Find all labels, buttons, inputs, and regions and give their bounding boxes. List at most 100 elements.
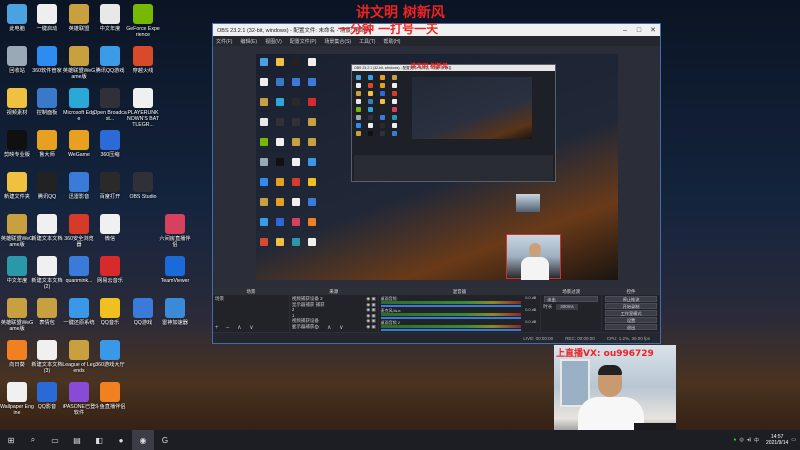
visibility-icon[interactable]: ◉ ▣ <box>366 324 375 330</box>
desktop-icon[interactable]: 一键还原系统 <box>62 298 96 326</box>
desktop-icon[interactable]: 新建文件夹 <box>0 172 34 200</box>
sources-toolbar[interactable]: + – ⚙ ∧ ∨ <box>292 324 347 331</box>
desktop-icon[interactable]: 360软件管家 <box>30 46 64 74</box>
desktop-icon[interactable]: 回收站 <box>0 46 34 74</box>
transition-select[interactable]: 淡出 <box>544 296 599 302</box>
desktop-icon[interactable]: 向日葵 <box>0 340 34 368</box>
desktop-icon[interactable]: League of Legends <box>62 340 96 374</box>
wechat-icon[interactable]: ● <box>110 430 132 450</box>
exit-button[interactable]: 退出 <box>605 324 657 330</box>
desktop-icon[interactable]: 中文年度 <box>0 256 34 284</box>
start-record-button[interactable]: 开始录制 <box>605 303 657 309</box>
desktop-icon[interactable]: 新建文本文档 <box>30 214 64 242</box>
menu-item[interactable]: 帮助(H) <box>383 38 400 45</box>
network-icon[interactable]: ◎ <box>739 437 743 443</box>
scenes-toolbar[interactable]: + – ∧ ∨ <box>215 324 257 331</box>
desktop-icon[interactable]: Open Broadcast... <box>93 88 127 122</box>
scene-item[interactable]: 场景 <box>215 296 287 302</box>
desktop-icon[interactable]: 穿越火线 <box>126 46 160 74</box>
wechat-tray-icon[interactable]: ● <box>733 437 736 443</box>
menu-item[interactable]: 编辑(E) <box>240 38 257 45</box>
desktop-icon[interactable]: 百度打开 <box>93 172 127 200</box>
desktop-icon-label: 新建文本文档 (3) <box>31 362 63 374</box>
mini-desktop-icon <box>308 78 316 86</box>
desktop-icon[interactable]: 腾讯QQ游戏 <box>93 46 127 74</box>
clock[interactable]: 14:57 2021/9/14 <box>766 434 788 446</box>
desktop-icon[interactable]: QQ影音 <box>30 382 64 410</box>
settings-button[interactable]: 设置 <box>605 317 657 323</box>
ime-icon[interactable]: 中 <box>754 437 759 444</box>
controls-buttons: 停止推流 开始录制 工作室模式 设置 退出 <box>602 296 660 330</box>
menu-item[interactable]: 视图(V) <box>265 38 282 45</box>
desktop-icon[interactable]: PLAYERUNKNOWN'S BATTLEGR... <box>126 88 160 128</box>
desktop-icon[interactable]: 六间房直播伴侣 <box>158 214 192 248</box>
menu-item[interactable]: 场景集合(S) <box>324 38 351 45</box>
desktop-icon-label: 360游戏大厅 <box>95 362 125 368</box>
desktop-icon[interactable]: 360压缩 <box>93 130 127 158</box>
desktop-icon-label: 网易云音乐 <box>97 278 123 284</box>
desktop-icon[interactable]: GeForce Experience <box>126 4 160 38</box>
desktop-icon[interactable]: 斗鱼直播伴侣 <box>93 382 127 410</box>
desktop-icon[interactable]: WeGame <box>62 130 96 158</box>
desktop-icon[interactable]: 中文年度 <box>93 4 127 32</box>
desktop-icon-label: QQ影音 <box>37 404 57 410</box>
desktop-icon[interactable]: 控制面板 <box>30 88 64 116</box>
desktop-icon[interactable]: 视频素材 <box>0 88 34 116</box>
desktop-icon[interactable]: 鲁大师 <box>30 130 64 158</box>
desktop-icon[interactable]: 英雄联盟 <box>62 4 96 32</box>
notification-icon[interactable]: ▭ <box>791 437 796 443</box>
volume-icon[interactable]: ◂) <box>747 437 751 443</box>
desktop-icon[interactable]: 网易云音乐 <box>93 256 127 284</box>
search-icon[interactable]: ⌕ <box>22 430 44 450</box>
desktop-icon[interactable]: Wallpaper Engine <box>0 382 34 416</box>
minimize-icon[interactable]: – <box>618 27 632 34</box>
desktop-icon[interactable]: 腾讯QQ <box>30 172 64 200</box>
desktop-icon[interactable]: 微信 <box>93 214 127 242</box>
scenes-list[interactable]: 场景 <box>213 295 289 303</box>
desktop-icon[interactable]: 新建文本文档 (2) <box>30 256 64 290</box>
sources-header: 来源 <box>289 288 378 295</box>
desktop-icon[interactable]: 英雄联盟WeGame版 <box>0 298 34 332</box>
desktop-icon-label: Microsoft Edge <box>63 110 95 122</box>
desktop-icon[interactable]: 表情包 <box>30 298 64 326</box>
maximize-icon[interactable]: □ <box>632 27 646 34</box>
menu-item[interactable]: 工具(T) <box>359 38 375 45</box>
desktop-icon[interactable]: Microsoft Edge <box>62 88 96 122</box>
desktop-icon[interactable]: 迅雷影音 <box>62 172 96 200</box>
studio-mode-button[interactable]: 工作室模式 <box>605 310 657 316</box>
explorer-icon[interactable]: ▤ <box>66 430 88 450</box>
desktop-icon[interactable]: 英雄联盟WeGame版 <box>0 214 34 248</box>
desktop-icon[interactable]: 360游戏大厅 <box>93 340 127 368</box>
desktop-icon[interactable]: 一键启动 <box>30 4 64 32</box>
app-icon <box>7 256 27 276</box>
obs-preview[interactable]: OBS 23.2.1 (32-bit, windows) - 配置文件: 未命名… <box>256 54 618 280</box>
close-icon[interactable]: ✕ <box>646 26 660 34</box>
store-icon[interactable]: ◧ <box>88 430 110 450</box>
obs-window[interactable]: OBS 23.2.1 (32-bit, windows) - 配置文件: 未命名… <box>212 23 661 344</box>
task-view-icon[interactable]: ▭ <box>44 430 66 450</box>
volume-slider[interactable] <box>380 317 521 319</box>
desktop-icon[interactable]: 360安全浏览器 <box>62 214 96 248</box>
volume-slider[interactable] <box>380 305 521 307</box>
menu-item[interactable]: 配置文件(P) <box>290 38 317 45</box>
desktop-icon[interactable]: QQ游戏 <box>126 298 160 326</box>
desktop-icon-label: 中文年度 <box>99 26 121 32</box>
desktop-icon[interactable]: OBS Studio <box>126 172 160 200</box>
chrome-icon[interactable]: G <box>154 430 176 450</box>
duration-input[interactable]: 300ms <box>556 304 578 310</box>
stop-stream-button[interactable]: 停止推流 <box>605 296 657 302</box>
desktop-icon[interactable]: quanmink... <box>62 256 96 284</box>
volume-slider[interactable] <box>380 329 521 331</box>
desktop-icon[interactable]: 新建文本文档 (3) <box>30 340 64 374</box>
desktop-icon[interactable]: 英雄联盟WeGame版 <box>62 46 96 80</box>
desktop-icon[interactable]: TeamViewer <box>158 256 192 284</box>
start-icon[interactable]: ⊞ <box>0 430 22 450</box>
menu-item[interactable]: 文件(F) <box>216 38 232 45</box>
desktop-icon[interactable]: 剪映专业版 <box>0 130 34 158</box>
obs-icon[interactable]: ◉ <box>132 430 154 450</box>
desktop-icon[interactable]: QQ音乐 <box>93 298 127 326</box>
desktop-icon[interactable]: 此电脑 <box>0 4 34 32</box>
desktop-icon[interactable]: 雷神加速器 <box>158 298 192 326</box>
mini-desktop-icon <box>308 158 316 166</box>
desktop-icon[interactable]: iPASONE已登软件 <box>62 382 96 416</box>
